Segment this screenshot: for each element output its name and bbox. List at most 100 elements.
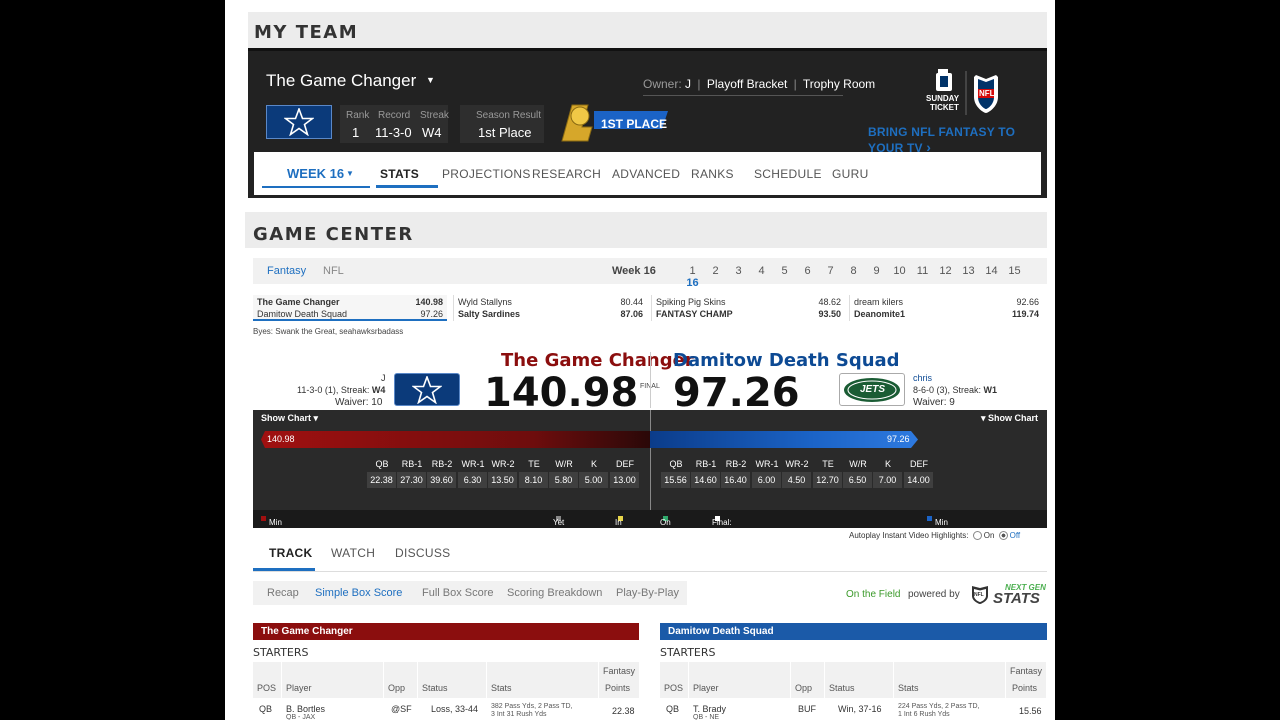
subtab-scoring-breakdown[interactable]: Scoring Breakdown	[507, 587, 602, 599]
left-total-bar-value: 140.98	[267, 434, 295, 444]
week-number-6[interactable]: 6	[796, 265, 819, 277]
week-number-7[interactable]: 7	[819, 265, 842, 277]
matchup-team-name: Wyld Stallyns	[458, 297, 512, 307]
left-team-name[interactable]: The Game Changer	[501, 350, 694, 371]
column-header-status: Status	[418, 662, 486, 698]
matchup-1[interactable]: The Game Changer 140.98 Damitow Death Squa…	[253, 295, 447, 321]
matchup-4[interactable]: dream kilers 92.66 Deanomite1 119.74	[849, 295, 1043, 321]
right-pos-header: DEF	[910, 459, 928, 469]
left-pos-points: 39.60	[427, 472, 456, 488]
tab-watch[interactable]: WATCH	[331, 546, 375, 560]
tab-projections[interactable]: PROJECTIONS	[442, 167, 531, 181]
subtab-simple-box-score[interactable]: Simple Box Score	[315, 587, 402, 599]
week-number-1[interactable]: 1	[681, 265, 704, 277]
autoplay-on-radio[interactable]	[972, 531, 982, 541]
row-status: Loss, 33-44	[431, 704, 479, 714]
left-pos-header: TE	[528, 459, 540, 469]
right-team-record: 8-6-0 (3), Streak: W1	[913, 385, 997, 395]
right-min-remaining: Min Remaining: 0 of 540	[927, 514, 975, 545]
column-stats-label: Stats	[491, 683, 512, 693]
right-total-bar	[650, 431, 918, 448]
week-number-10[interactable]: 10	[888, 265, 911, 277]
autoplay-off-radio[interactable]	[998, 531, 1008, 541]
week-number-13[interactable]: 13	[957, 265, 980, 277]
matchup-team-score: 80.44	[620, 297, 643, 307]
nfl-fantasy-tv-link[interactable]: BRING NFL FANTASY TO YOUR TV ›	[868, 125, 1047, 155]
week-number-2[interactable]: 2	[704, 265, 727, 277]
left-pos-points: 8.10	[519, 472, 548, 488]
week-select-dropdown[interactable]: WEEK 16 ▼	[262, 152, 370, 188]
row-player[interactable]: T. Brady	[693, 704, 726, 714]
right-team-name[interactable]: Damitow Death Squad	[673, 350, 900, 371]
column-header-status: Status	[825, 662, 893, 698]
team-dropdown-caret-icon[interactable]: ▼	[426, 75, 435, 85]
tab-stats[interactable]: STATS	[380, 167, 419, 181]
legend-final: Final:	[712, 514, 732, 527]
league-bar: Fantasy NFL Week 16 1 2 3 4 5 6 7 8 9 10 11 12 13 14 1…	[253, 258, 1047, 289]
left-starters-label: STARTERS	[253, 646, 309, 659]
ngs-nfl-text: NFL	[974, 592, 984, 598]
tab-research[interactable]: RESEARCH	[532, 167, 601, 181]
matchup-team-score: 140.98	[415, 297, 443, 307]
tab-advanced[interactable]: ADVANCED	[612, 167, 680, 181]
rank-record-streak-box: Rank 1 Record 11-3-0 Streak W4	[340, 105, 449, 143]
rank-value: 1	[352, 125, 360, 140]
playoff-bracket-link[interactable]: Playoff Bracket	[707, 77, 787, 91]
week-number-15[interactable]: 15	[1003, 265, 1026, 277]
row-player[interactable]: B. Bortles	[286, 704, 325, 714]
tab-track[interactable]: TRACK	[269, 546, 313, 560]
right-box-header: Damitow Death Squad	[660, 623, 1047, 640]
left-show-chart-label: Show Chart	[261, 413, 312, 423]
tab-nfl[interactable]: NFL	[323, 265, 344, 277]
matchup-team-score: 92.66	[1016, 297, 1039, 307]
right-pos-points: 12.70	[813, 472, 842, 488]
week-number-12[interactable]: 12	[934, 265, 957, 277]
tab-ranks[interactable]: RANKS	[691, 167, 734, 181]
page: MY TEAM The Game Changer ▼ Owner: J | Pl…	[225, 0, 1055, 720]
matchup-team-name: Salty Sardines	[458, 309, 521, 319]
matchup-3[interactable]: Spiking Pig Skins 48.62 FANTASY CHAMP 93.50	[651, 295, 845, 321]
game-center-title: GAME CENTER	[253, 224, 414, 245]
left-show-chart-toggle[interactable]: Show Chart ▾	[261, 413, 318, 424]
record-label: Record	[378, 110, 411, 121]
team-name[interactable]: The Game Changer	[266, 71, 416, 91]
matchup-team-score: 87.06	[620, 309, 643, 319]
streak-label: Streak	[420, 110, 449, 121]
subtab-play-by-play[interactable]: Play-By-Play	[616, 587, 679, 599]
next-gen-stats-logo: NFL NEXT GEN STATS	[969, 583, 1047, 607]
week-number-5[interactable]: 5	[773, 265, 796, 277]
trophy-room-link[interactable]: Trophy Room	[803, 77, 875, 91]
week-number-14[interactable]: 14	[980, 265, 1003, 277]
legend-on-field-label: On Field:	[660, 518, 680, 536]
week-number-9[interactable]: 9	[865, 265, 888, 277]
left-pos-points: 5.00	[579, 472, 608, 488]
tab-guru[interactable]: GURU	[832, 167, 869, 181]
week-number-4[interactable]: 4	[750, 265, 773, 277]
subtab-full-box-score[interactable]: Full Box Score	[422, 587, 494, 599]
right-show-chart-toggle[interactable]: ▾ Show Chart	[981, 413, 1038, 424]
column-fantasy-label: Fantasy	[603, 666, 636, 676]
column-points-label: Points	[605, 683, 631, 693]
matchup-2[interactable]: Wyld Stallyns 80.44 Salty Sardines 87.06	[453, 295, 647, 321]
right-pos-points: 7.00	[873, 472, 902, 488]
subtab-recap[interactable]: Recap	[267, 587, 299, 599]
column-opp-label: Opp	[795, 683, 813, 693]
column-header-stats: Stats	[487, 662, 598, 698]
team-header: The Game Changer ▼ Owner: J | Playoff Br…	[248, 48, 1047, 155]
week-number-3[interactable]: 3	[727, 265, 750, 277]
tab-fantasy[interactable]: Fantasy	[267, 265, 306, 277]
right-record-text: 8-6-0 (3), Streak:	[913, 385, 982, 395]
week-number-16[interactable]: 16	[681, 277, 704, 289]
matchup-row: Damitow Death Squad 97.26	[257, 309, 443, 321]
week-number-8[interactable]: 8	[842, 265, 865, 277]
nfl-fantasy-tv-text: BRING NFL FANTASY TO YOUR TV	[868, 125, 1016, 155]
left-pos-points: 22.38	[367, 472, 396, 488]
week-number-11[interactable]: 11	[911, 265, 934, 277]
matchup-team-name: dream kilers	[854, 297, 904, 307]
on-the-field-link[interactable]: On the Field	[846, 589, 900, 600]
tab-discuss[interactable]: DISCUSS	[395, 546, 450, 560]
tab-schedule[interactable]: SCHEDULE	[754, 167, 822, 181]
row-status: Win, 37-16	[838, 704, 882, 714]
owner-rule	[643, 95, 843, 96]
left-pos-points: 27.30	[397, 472, 426, 488]
